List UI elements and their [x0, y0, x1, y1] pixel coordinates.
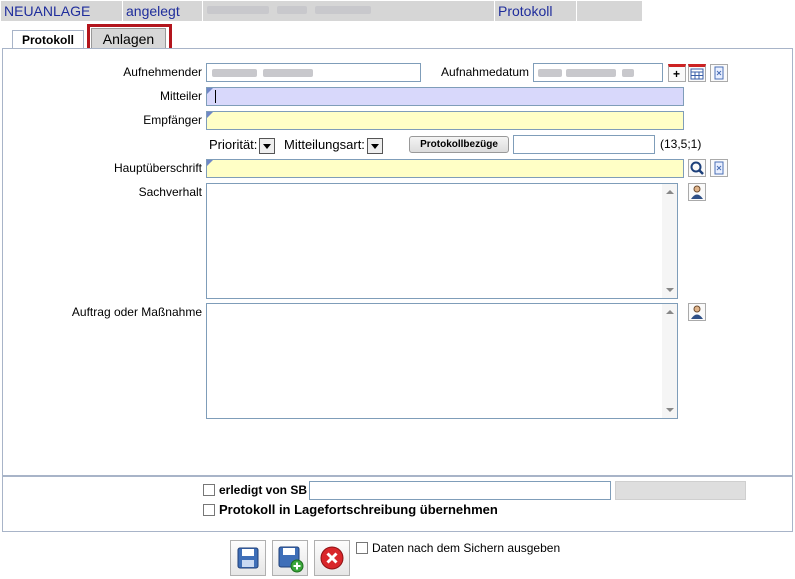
mitteilungsart-label: Mitteilungsart:: [284, 137, 365, 152]
chevron-down-icon[interactable]: [366, 137, 383, 154]
eraser-icon: [714, 161, 724, 175]
date-clear-button[interactable]: [710, 64, 728, 82]
prioritaet-select[interactable]: Priorität:: [209, 136, 276, 154]
plus-icon: +: [673, 67, 681, 81]
sachverhalt-label: Sachverhalt: [138, 185, 202, 199]
auftrag-textarea[interactable]: [206, 303, 678, 419]
sachverhalt-user-button[interactable]: [688, 183, 706, 201]
user-icon: [691, 185, 703, 199]
output-label: Daten nach dem Sichern ausgeben: [372, 541, 561, 555]
header-status-neuanlage: NEUANLAGE: [1, 1, 123, 21]
auftrag-label: Auftrag oder Maßnahme: [71, 305, 202, 319]
mitteiler-field[interactable]: [206, 87, 684, 106]
header-info-blurred: [203, 1, 495, 21]
hauptueberschrift-field[interactable]: [206, 159, 684, 178]
erledigt-label: erledigt von SB: [219, 483, 308, 497]
header-status-angelegt: angelegt: [123, 1, 203, 21]
aufnehmender-field[interactable]: [206, 63, 421, 82]
eraser-icon: [714, 66, 724, 80]
mitteiler-label: Mitteiler: [159, 89, 202, 103]
date-plus-button[interactable]: +: [668, 64, 686, 82]
mitteilungsart-select[interactable]: Mitteilungsart:: [284, 136, 383, 154]
hauptueberschrift-label: Hauptüberschrift: [113, 161, 202, 175]
erledigt-checkbox[interactable]: [203, 484, 215, 496]
lage-label: Protokoll in Lagefortschreibung übernehm…: [219, 502, 498, 517]
prioritaet-label: Priorität:: [209, 137, 258, 152]
aufnahmedatum-field[interactable]: [533, 63, 663, 82]
header-empty-cell: [577, 1, 643, 21]
floppy-plus-icon: [278, 546, 304, 573]
auftrag-user-button[interactable]: [688, 303, 706, 321]
erledigt-readonly-field: [615, 481, 746, 500]
save-button[interactable]: [230, 540, 266, 576]
sachverhalt-textarea[interactable]: [206, 183, 678, 299]
hauptueberschrift-clear-button[interactable]: [710, 159, 728, 177]
floppy-icon: [237, 547, 259, 569]
search-button[interactable]: [688, 159, 706, 177]
aufnehmender-label: Aufnehmender: [123, 65, 202, 79]
text-cursor: [215, 90, 216, 103]
lage-checkbox[interactable]: [203, 504, 215, 516]
empfaenger-field[interactable]: [206, 111, 684, 130]
tab-protokoll[interactable]: Protokoll: [12, 30, 84, 48]
sachverhalt-scrollbar[interactable]: [662, 184, 677, 298]
calendar-icon: [690, 68, 704, 80]
aufnahmedatum-label: Aufnahmedatum: [440, 65, 529, 79]
erledigt-field[interactable]: [309, 481, 611, 500]
header-section-protokoll: Protokoll: [495, 1, 577, 21]
user-icon: [691, 305, 703, 319]
close-icon: [320, 546, 344, 570]
output-checkbox[interactable]: [356, 542, 368, 554]
protokollbezuege-field[interactable]: [513, 135, 655, 154]
chevron-down-icon[interactable]: [259, 137, 276, 154]
protokollbezuege-button[interactable]: Protokollbezüge: [409, 136, 509, 153]
cancel-button[interactable]: [314, 540, 350, 576]
save-new-button[interactable]: [272, 540, 308, 576]
empfaenger-label: Empfänger: [143, 113, 202, 127]
search-icon: [690, 161, 704, 175]
auftrag-scrollbar[interactable]: [662, 304, 677, 418]
calendar-button[interactable]: [688, 64, 706, 82]
count-text: (13,5;1): [660, 137, 702, 151]
